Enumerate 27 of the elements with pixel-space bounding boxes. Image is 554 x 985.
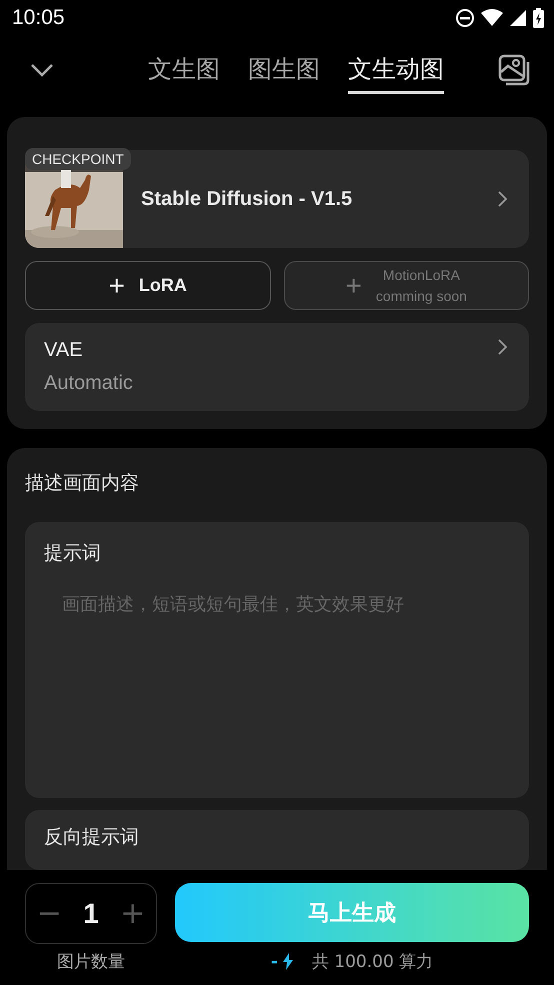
model-name: Stable Diffusion - V1.5: [141, 188, 354, 210]
add-button[interactable]: + LoRA: [25, 261, 270, 310]
cost-sign: -: [270, 952, 278, 972]
clock: 10:05: [12, 6, 65, 30]
battery-icon: [533, 8, 544, 28]
chevron-right-icon: [497, 339, 507, 355]
mode-tab[interactable]: 图生图: [248, 46, 320, 94]
vae-value: Automatic: [44, 372, 134, 395]
section-title: 描述画面内容: [25, 471, 140, 496]
vae-selector[interactable]: VAE Automatic: [25, 323, 529, 411]
signal-icon: [509, 9, 527, 27]
negative-prompt-field[interactable]: 反向提示词: [25, 810, 529, 870]
count-value: 1: [83, 898, 99, 930]
chevron-right-icon: [497, 191, 507, 207]
checkpoint-badge: CHECKPOINT: [25, 148, 131, 170]
wifi-icon: [481, 9, 503, 27]
collapse-chevron-icon[interactable]: [30, 63, 54, 77]
model-selector[interactable]: CHECKPOINT Stable Diffusion - V1.5: [25, 150, 529, 248]
cost-text: 共 100.00 算力: [312, 951, 434, 973]
mode-tab[interactable]: 文生图: [148, 46, 220, 94]
lightning-icon: [282, 953, 294, 970]
mode-tab[interactable]: 文生动图: [348, 46, 444, 94]
prompt-label: 提示词: [44, 541, 101, 566]
do-not-disturb-icon: [455, 8, 475, 28]
gallery-icon[interactable]: [498, 54, 530, 86]
vae-label: VAE: [44, 339, 84, 362]
count-label: 图片数量: [57, 951, 125, 973]
